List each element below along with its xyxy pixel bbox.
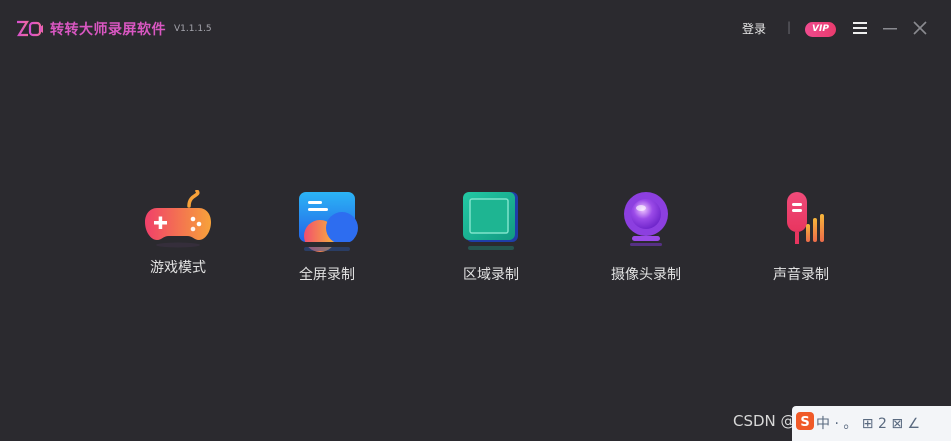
- ime-toolbar: S 中 · 。 ⊞ 2 ⊠ ∠: [792, 406, 951, 441]
- microphone-icon: [787, 192, 824, 244]
- mode-camera[interactable]: 摄像头录制: [586, 190, 706, 284]
- region-icon: [463, 192, 518, 250]
- mode-fullscreen[interactable]: 全屏录制: [267, 190, 387, 284]
- mode-game[interactable]: 游戏模式: [118, 190, 238, 277]
- camera-icon: [624, 192, 668, 246]
- mode-region-label: 区域录制: [463, 267, 519, 283]
- ime-status-text: 中 · 。 ⊞ 2 ⊠ ∠: [816, 416, 921, 432]
- svg-text:S: S: [800, 415, 809, 430]
- mode-list: 游戏模式 全屏录制 区域录制 摄像头录制 声音录制: [0, 0, 951, 441]
- gamepad-icon: [145, 190, 211, 248]
- ime-logo-icon: S: [796, 412, 814, 430]
- mode-camera-label: 摄像头录制: [611, 267, 681, 283]
- mode-audio[interactable]: 声音录制: [741, 190, 861, 284]
- mode-fullscreen-label: 全屏录制: [299, 267, 355, 283]
- mode-game-label: 游戏模式: [150, 260, 206, 276]
- fullscreen-icon: [299, 192, 358, 252]
- mode-audio-label: 声音录制: [773, 267, 829, 283]
- mode-region[interactable]: 区域录制: [431, 190, 551, 284]
- watermark-text: CSDN @: [733, 412, 796, 430]
